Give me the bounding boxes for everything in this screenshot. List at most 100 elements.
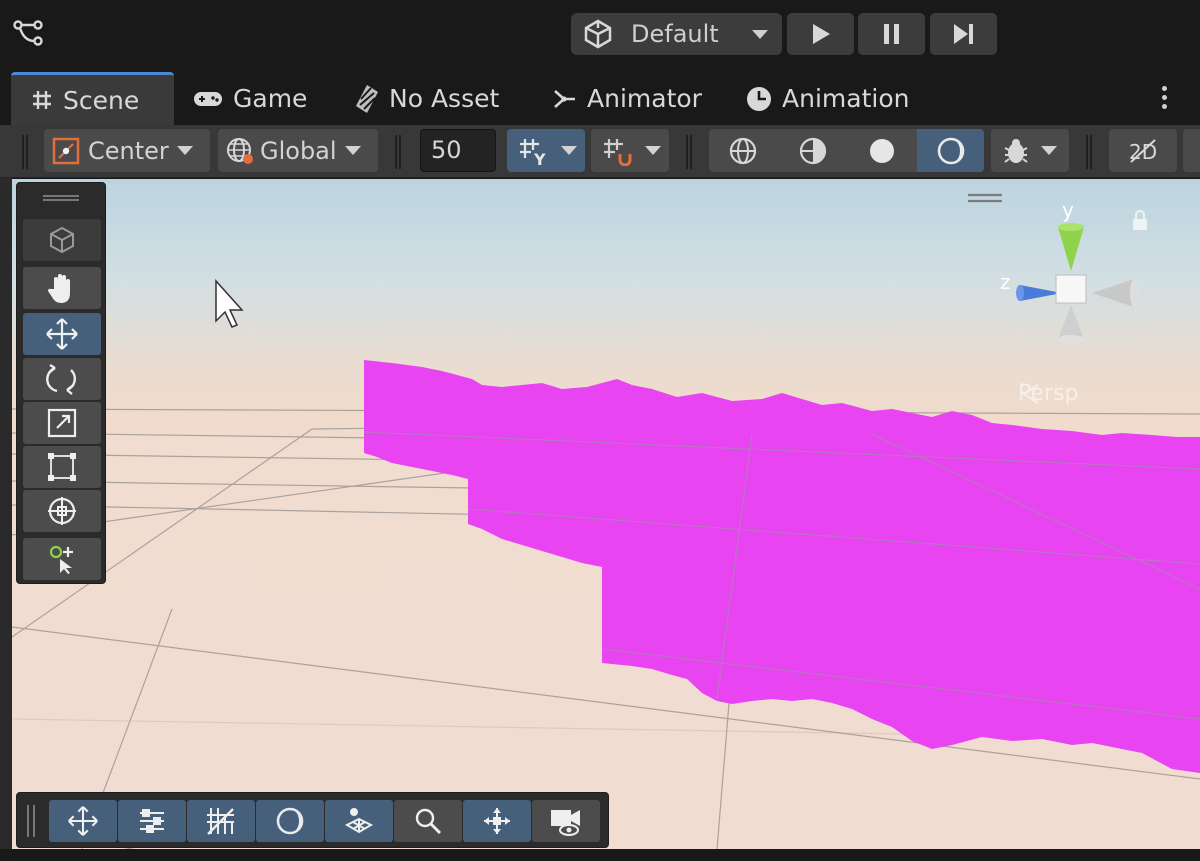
overlay-grip[interactable] [27,805,35,837]
grid-y-icon: Y [520,138,546,166]
lit-mode-button[interactable] [917,129,984,172]
navigation-icon [484,808,510,834]
rotate-icon [46,364,76,395]
grid-size-input[interactable]: 50 [420,129,496,172]
overlay-grip[interactable] [43,195,79,201]
grid-snap-icon [604,138,632,166]
left-dock-edge [0,125,12,849]
grid-overlay-button[interactable] [187,800,255,842]
terrain-mesh [364,360,1200,773]
scene-toolbar-overflow[interactable] [1183,129,1200,172]
view-cube-icon [50,226,74,254]
shaded-wireframe-icon [799,137,827,164]
scene-viewport[interactable]: y z Persp [12,179,1200,849]
scale-tool-button[interactable] [23,402,101,444]
view-tool-button[interactable] [23,219,101,261]
chevron-down-icon [752,29,768,39]
camera-icon [551,810,580,836]
toolbar-separator [1086,135,1092,169]
space-mode-dropdown[interactable]: Global [218,129,378,172]
mouse-cursor [215,279,244,328]
rect-tool-button[interactable] [23,446,101,488]
tab-scene[interactable]: Scene [11,72,174,125]
camera-overlay-button[interactable] [532,800,600,842]
bottom-overlay-toolbar [16,792,609,848]
layers-overlay-button[interactable] [325,800,393,842]
clock-icon [747,86,771,111]
play-button[interactable] [787,13,854,55]
custom-tool-icon [49,545,73,574]
wireframe-button[interactable] [709,129,777,172]
chevron-down-icon [561,146,577,155]
pivot-center-icon [52,137,80,164]
tab-animator[interactable]: Animator [553,72,702,125]
gamepad-icon [194,91,222,106]
more-options-icon[interactable] [1162,86,1168,113]
move-icon [46,318,78,350]
pause-icon [883,24,899,44]
rotate-tool-button[interactable] [23,358,101,400]
space-mode-label: Global [260,136,337,165]
chevron-down-icon [1041,146,1057,155]
custom-tool-button[interactable] [23,538,101,580]
toggle-2d-button[interactable]: 2D [1109,129,1177,172]
orientation-gizmo: y z [1000,198,1138,343]
tools-overlay [16,182,106,584]
play-icon [812,24,830,44]
chevron-down-icon [176,146,193,155]
transform-tool-button[interactable] [23,490,101,532]
debug-dropdown[interactable] [991,129,1069,172]
layout-dropdown-label: Default [631,20,719,48]
shading-icon [276,807,304,835]
shading-overlay-button[interactable] [256,800,324,842]
step-button[interactable] [930,13,997,55]
tab-no-asset-label: No Asset [389,84,500,113]
gizmo-y-label: y [1062,198,1074,222]
toolbar-separator [686,135,692,169]
sliders-overlay-button[interactable] [118,800,186,842]
projection-label[interactable]: Persp [1018,381,1079,406]
pivot-mode-dropdown[interactable]: Center [44,129,210,172]
tab-animation-label: Animation [782,84,910,113]
grid-hash-icon [33,91,51,109]
pivot-mode-label: Center [88,136,169,165]
tab-animator-label: Animator [587,84,702,113]
search-icon [415,808,442,835]
window-footer [0,849,1200,861]
hand-icon [47,274,70,303]
grid-visibility-dropdown[interactable]: Y [507,129,585,172]
pause-button[interactable] [858,13,925,55]
animator-icon [554,89,575,108]
bug-icon [1004,138,1028,163]
navigation-overlay-button[interactable] [463,800,531,842]
asset-icon [356,84,378,113]
crescent-icon [937,137,964,164]
tab-scene-label: Scene [63,85,140,115]
version-control-icon[interactable] [12,18,44,48]
shaded-button[interactable] [848,129,916,172]
layout-dropdown[interactable]: Default [571,13,782,55]
sliders-icon [140,809,164,833]
hand-tool-button[interactable] [23,267,101,309]
wireframe-sphere-icon [729,137,757,164]
svg-text:Y: Y [533,150,546,166]
move-tool-button[interactable] [23,313,101,355]
mode-2d-icon: 2D [1129,138,1157,164]
chevron-down-icon [344,146,361,155]
scene-toolbar: Center Global 50 Y 2D [0,125,1200,178]
move-overlay-button[interactable] [49,800,117,842]
search-overlay-button[interactable] [394,800,462,842]
move-icon [68,806,98,836]
toolbar-separator [22,135,28,169]
tab-animation[interactable]: Animation [746,72,909,125]
main-toolbar: Default [0,0,1200,68]
tab-no-asset[interactable]: No Asset [355,72,499,125]
scale-icon [47,408,77,438]
shaded-wireframe-button[interactable] [779,129,847,172]
toolbar-separator [395,135,401,169]
tab-game-label: Game [233,84,308,113]
layers-icon [344,808,374,834]
lock-icon [1133,210,1147,230]
snap-dropdown[interactable] [591,129,669,172]
tab-game[interactable]: Game [193,72,307,125]
